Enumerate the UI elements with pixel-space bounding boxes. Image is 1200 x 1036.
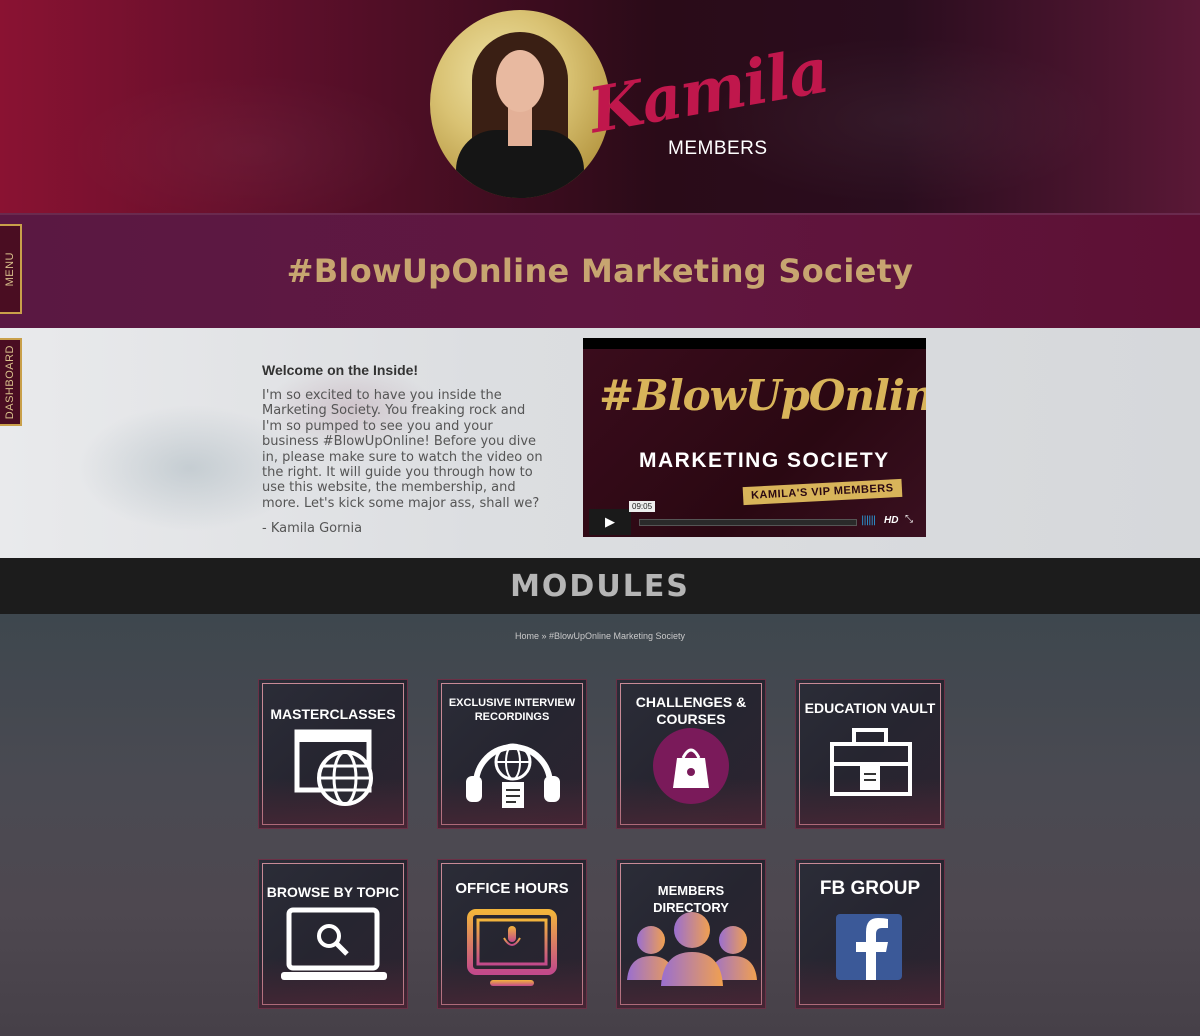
module-label: MEMBERS DIRECTORY bbox=[653, 883, 729, 915]
welcome-section: Welcome on the Inside! I'm so excited to… bbox=[0, 328, 1200, 558]
avatar[interactable] bbox=[430, 10, 610, 198]
module-tile-browse-topic[interactable]: BROWSE BY TOPIC bbox=[258, 859, 408, 1009]
module-label: OFFICE HOURS bbox=[455, 880, 569, 897]
title-band: #BlowUpOnline Marketing Society bbox=[0, 213, 1200, 328]
hd-toggle[interactable]: HD bbox=[884, 515, 898, 526]
browser-globe-icon bbox=[294, 729, 373, 806]
volume-icon[interactable]: |||||| bbox=[861, 515, 876, 526]
video-badge: KAMILA'S VIP MEMBERS bbox=[742, 478, 902, 506]
site-header: Kamila MEMBERS bbox=[0, 0, 1200, 213]
video-script-title: #BlowUpOnline bbox=[599, 371, 926, 420]
modules-grid: Home » #BlowUpOnline Marketing Society M… bbox=[0, 614, 1200, 1036]
breadcrumb[interactable]: Home » #BlowUpOnline Marketing Society bbox=[0, 631, 1200, 641]
welcome-body: I'm so excited to have you inside the Ma… bbox=[262, 388, 543, 511]
video-duration: 09:05 bbox=[629, 501, 656, 512]
module-label: MASTERCLASSES bbox=[270, 706, 396, 722]
video-progress-bar[interactable] bbox=[639, 519, 857, 526]
module-label: EDUCATION VAULT bbox=[804, 700, 936, 716]
video-subtitle: MARKETING SOCIETY bbox=[639, 449, 890, 472]
play-icon: ▶ bbox=[605, 514, 615, 529]
module-tile-education-vault[interactable]: EDUCATION VAULT bbox=[795, 679, 945, 829]
module-tile-masterclasses[interactable]: MASTERCLASSES bbox=[258, 679, 408, 829]
portrait-face bbox=[496, 50, 544, 112]
intro-video-player[interactable]: #BlowUpOnline MARKETING SOCIETY KAMILA'S… bbox=[583, 338, 926, 537]
menu-tab[interactable]: MENU bbox=[0, 224, 22, 314]
module-label: CHALLENGES & COURSES bbox=[635, 694, 747, 727]
modules-header: MODULES bbox=[0, 558, 1200, 614]
portrait-neck bbox=[508, 106, 532, 146]
video-controls: ▶ 09:05 |||||| HD ⤡ bbox=[589, 501, 919, 535]
module-tile-fb-group[interactable]: FB GROUP bbox=[795, 859, 945, 1009]
dashboard-tab[interactable]: DASHBOARD bbox=[0, 338, 22, 426]
module-label: FB GROUP bbox=[819, 878, 921, 899]
menu-tab-label: MENU bbox=[4, 251, 16, 287]
brand-logo-subtitle: MEMBERS bbox=[668, 138, 768, 159]
fullscreen-icon[interactable]: ⤡ bbox=[905, 514, 913, 525]
welcome-heading: Welcome on the Inside! bbox=[262, 362, 419, 378]
dashboard-tab-label: DASHBOARD bbox=[4, 344, 16, 420]
laptop-search-icon bbox=[281, 907, 387, 980]
welcome-text-block: Welcome on the Inside! I'm so excited to… bbox=[262, 362, 547, 536]
module-tile-interviews[interactable]: EXCLUSIVE INTERVIEW RECORDINGS bbox=[437, 679, 587, 829]
module-tile-challenges[interactable]: CHALLENGES & COURSES bbox=[616, 679, 766, 829]
welcome-signature: - Kamila Gornia bbox=[262, 521, 363, 537]
module-tile-office-hours[interactable]: OFFICE HOURS bbox=[437, 859, 587, 1009]
module-tile-members-directory[interactable]: MEMBERS DIRECTORY bbox=[616, 859, 766, 1009]
brand-logo-script[interactable]: Kamila bbox=[583, 34, 833, 148]
modules-title: MODULES bbox=[510, 568, 690, 604]
play-button[interactable]: ▶ bbox=[589, 509, 631, 535]
module-label: BROWSE BY TOPIC bbox=[266, 884, 400, 900]
module-label: EXCLUSIVE INTERVIEW RECORDINGS bbox=[448, 697, 576, 723]
page-title: #BlowUpOnline Marketing Society bbox=[286, 251, 914, 290]
